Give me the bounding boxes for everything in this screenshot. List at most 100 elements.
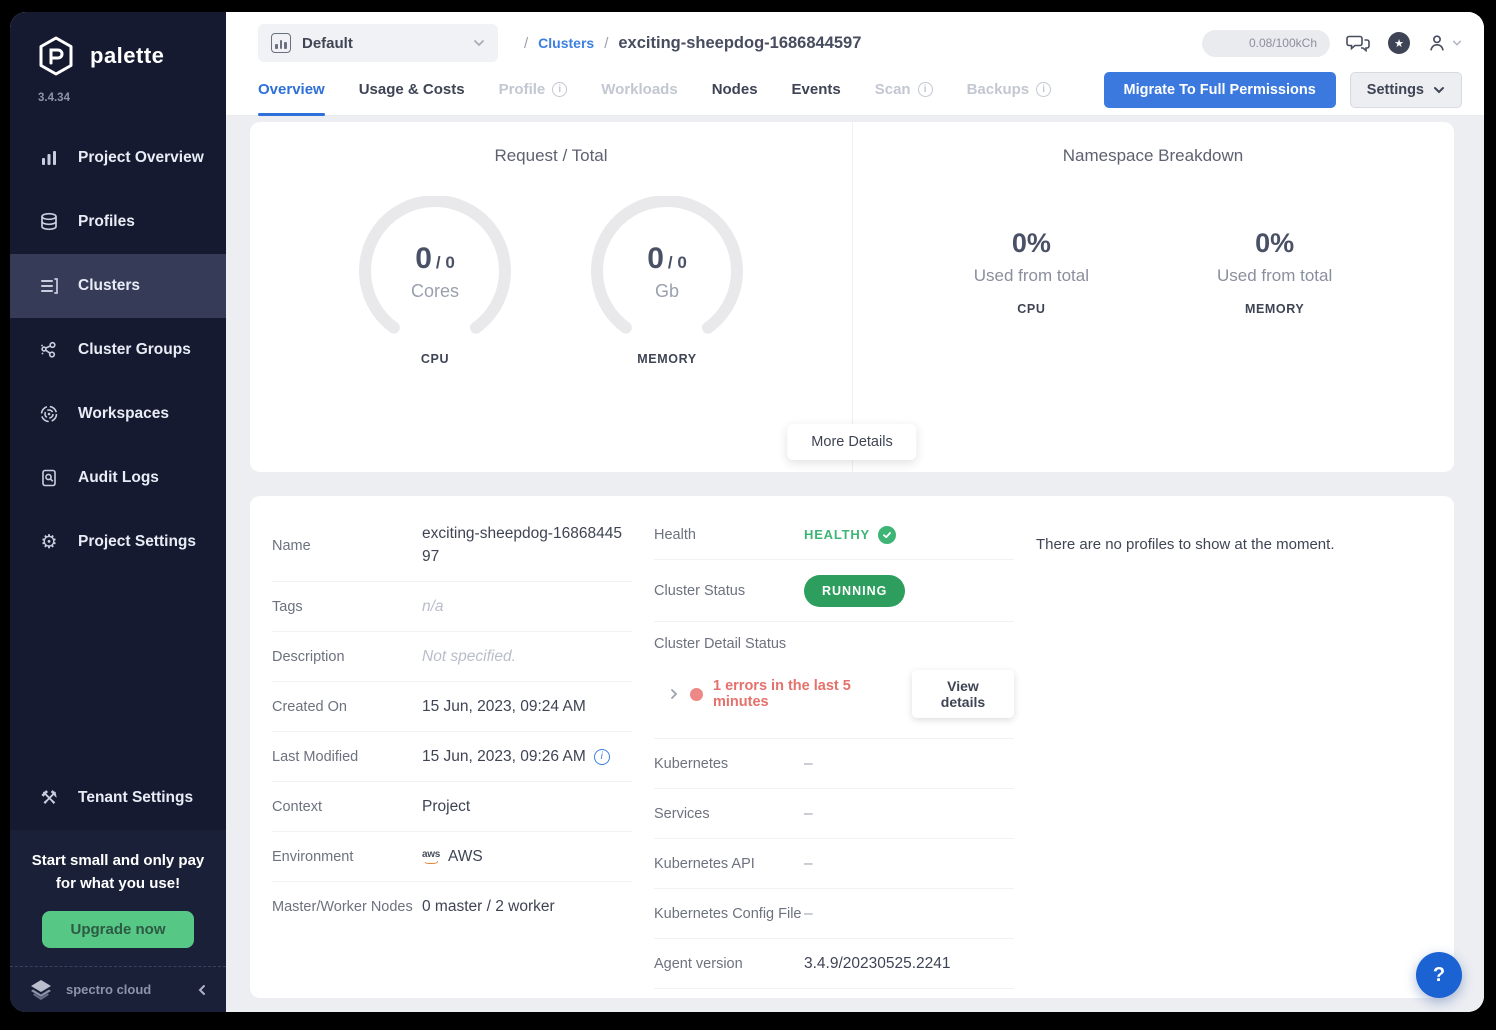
detail-row-services: Services – [654,789,1014,839]
tab-scan[interactable]: Scan [875,64,933,115]
help-button[interactable]: ? [1416,952,1462,998]
view-details-button[interactable]: View details [912,670,1014,718]
breadcrumb-clusters-link[interactable]: Clusters [538,35,594,51]
logo-text: palette [90,43,164,69]
sidebar-item-label: Cluster Groups [78,341,191,359]
sidebar-item-audit-logs[interactable]: Audit Logs [10,446,226,510]
detail-row-last-modified: Last Modified 15 Jun, 2023, 09:26 AM [272,732,632,782]
breadcrumb-separator: / [524,35,528,52]
error-row: 1 errors in the last 5 minutes View deta… [654,670,1014,718]
tab-overview[interactable]: Overview [258,64,325,115]
gauges-row: 0/ 0 Cores CPU [356,196,746,366]
sidebar-item-project-overview[interactable]: Project Overview [10,126,226,190]
memory-gauge: 0/ 0 Gb MEMORY [588,196,746,366]
tabbar: Overview Usage & Costs Profile Workloads… [226,64,1484,116]
detail-row-name: Name exciting-sheepdog-1686844597 [272,510,632,582]
detail-row-kubernetes-config: Kubernetes Config File – [654,889,1014,939]
breadcrumb-current: exciting-sheepdog-1686844597 [618,34,861,53]
sidebar-item-cluster-groups[interactable]: Cluster Groups [10,318,226,382]
upgrade-promo: Start small and only pay for what you us… [10,830,226,966]
migrate-permissions-button[interactable]: Migrate To Full Permissions [1104,72,1336,108]
sidebar-item-clusters[interactable]: Clusters [10,254,226,318]
project-selector-value: Default [302,35,353,52]
gauge-arc: 0/ 0 Gb [588,196,746,346]
cpu-usage-stat: 0% Used from total CPU [974,228,1089,316]
detail-row-tags: Tags n/a [272,582,632,632]
aws-logo-icon: aws [422,850,440,864]
sidebar-item-label: Project Overview [78,149,204,167]
project-selector[interactable]: Default [258,24,498,62]
main-area: Default / Clusters / exciting-sheepdog-1… [226,12,1484,1012]
sidebar-item-label: Project Settings [78,533,196,551]
tab-nodes[interactable]: Nodes [712,64,758,115]
sidebar-nav: Project Overview Profiles Clusters Clust… [10,126,226,574]
sidebar-item-project-settings[interactable]: ⚙ Project Settings [10,510,226,574]
namespace-breakdown-section: Namespace Breakdown 0% Used from total C… [852,122,1454,472]
sidebar-item-profiles[interactable]: Profiles [10,190,226,254]
chevron-right-icon[interactable] [668,688,680,700]
gauge-metric-label: CPU [356,352,514,366]
sidebar-item-workspaces[interactable]: Workspaces [10,382,226,446]
audit-doc-icon [38,467,60,489]
chevron-down-icon [1433,84,1445,96]
section-title: Namespace Breakdown [1063,146,1243,166]
sidebar-item-label: Tenant Settings [78,789,193,807]
sidebar-footer: spectro cloud [10,966,226,1012]
user-menu[interactable] [1426,32,1462,54]
settings-button[interactable]: Settings [1350,72,1462,108]
detail-row-health: Health HEALTHY [654,510,1014,560]
gear-icon: ⚙ [38,531,60,553]
tab-workloads[interactable]: Workloads [601,64,677,115]
gauge-center: 0/ 0 Cores [356,242,514,302]
credits-badge: 0.08/100kCh [1202,30,1330,57]
breadcrumb: / Clusters / exciting-sheepdog-168684459… [524,34,861,53]
sidebar-item-label: Clusters [78,277,140,295]
tab-backups[interactable]: Backups [967,64,1052,115]
cluster-details-card: Name exciting-sheepdog-1686844597 Tags n… [250,496,1454,998]
error-message: 1 errors in the last 5 minutes [713,678,896,710]
chat-icon[interactable] [1346,31,1372,55]
spectro-cloud-logo-icon [28,978,54,1002]
chevron-down-icon [473,37,485,49]
info-icon [918,82,933,97]
star-circle-icon[interactable]: ★ [1388,32,1410,54]
tabs: Overview Usage & Costs Profile Workloads… [258,64,1051,115]
content: Request / Total 0/ 0 Cores [226,116,1484,1012]
chevron-down-icon [1452,38,1462,48]
layers-db-icon [38,211,60,233]
detail-row-created-on: Created On 15 Jun, 2023, 09:24 AM [272,682,632,732]
gauge-arc: 0/ 0 Cores [356,196,514,346]
error-dot-icon [690,688,703,701]
sidebar: palette 3.4.34 Project Overview Profiles [10,12,226,1012]
details-left-column: Name exciting-sheepdog-1686844597 Tags n… [272,510,632,998]
tools-icon: ⚒ [38,787,60,809]
gauge-center: 0/ 0 Gb [588,242,746,302]
detail-row-agent-version: Agent version 3.4.9/20230525.2241 [654,939,1014,989]
more-details-button[interactable]: More Details [787,424,916,460]
request-total-section: Request / Total 0/ 0 Cores [250,122,852,472]
tabbar-actions: Migrate To Full Permissions Settings [1104,64,1463,115]
memory-usage-stat: 0% Used from total MEMORY [1217,228,1332,316]
palette-hexagon-logo-icon [34,34,78,78]
details-middle-column: Health HEALTHY Cluster Status RUNNING [654,510,1014,998]
sidebar-item-label: Audit Logs [78,469,159,487]
detail-row-cluster-status: Cluster Status RUNNING [654,560,1014,622]
tab-profile[interactable]: Profile [499,64,568,115]
profiles-empty-message: There are no profiles to show at the mom… [1036,510,1424,553]
topbar-right: 0.08/100kCh ★ [1202,30,1462,57]
upgrade-now-button[interactable]: Upgrade now [42,911,193,948]
list-icon [38,275,60,297]
status-badge: RUNNING [804,575,905,607]
tab-usage-costs[interactable]: Usage & Costs [359,64,465,115]
detail-row-context: Context Project [272,782,632,832]
detail-row-nodes: Master/Worker Nodes 0 master / 2 worker [272,882,632,932]
chevron-left-icon[interactable] [196,984,208,996]
card-divider [852,122,853,472]
detail-row-environment: Environment aws AWS [272,832,632,882]
sidebar-item-tenant-settings[interactable]: ⚒ Tenant Settings [10,766,226,830]
info-icon[interactable] [594,749,610,765]
promo-text: Start small and only pay for what you us… [24,850,212,895]
tab-events[interactable]: Events [792,64,841,115]
detail-row-kubernetes: Kubernetes – [654,739,1014,789]
info-icon [552,82,567,97]
